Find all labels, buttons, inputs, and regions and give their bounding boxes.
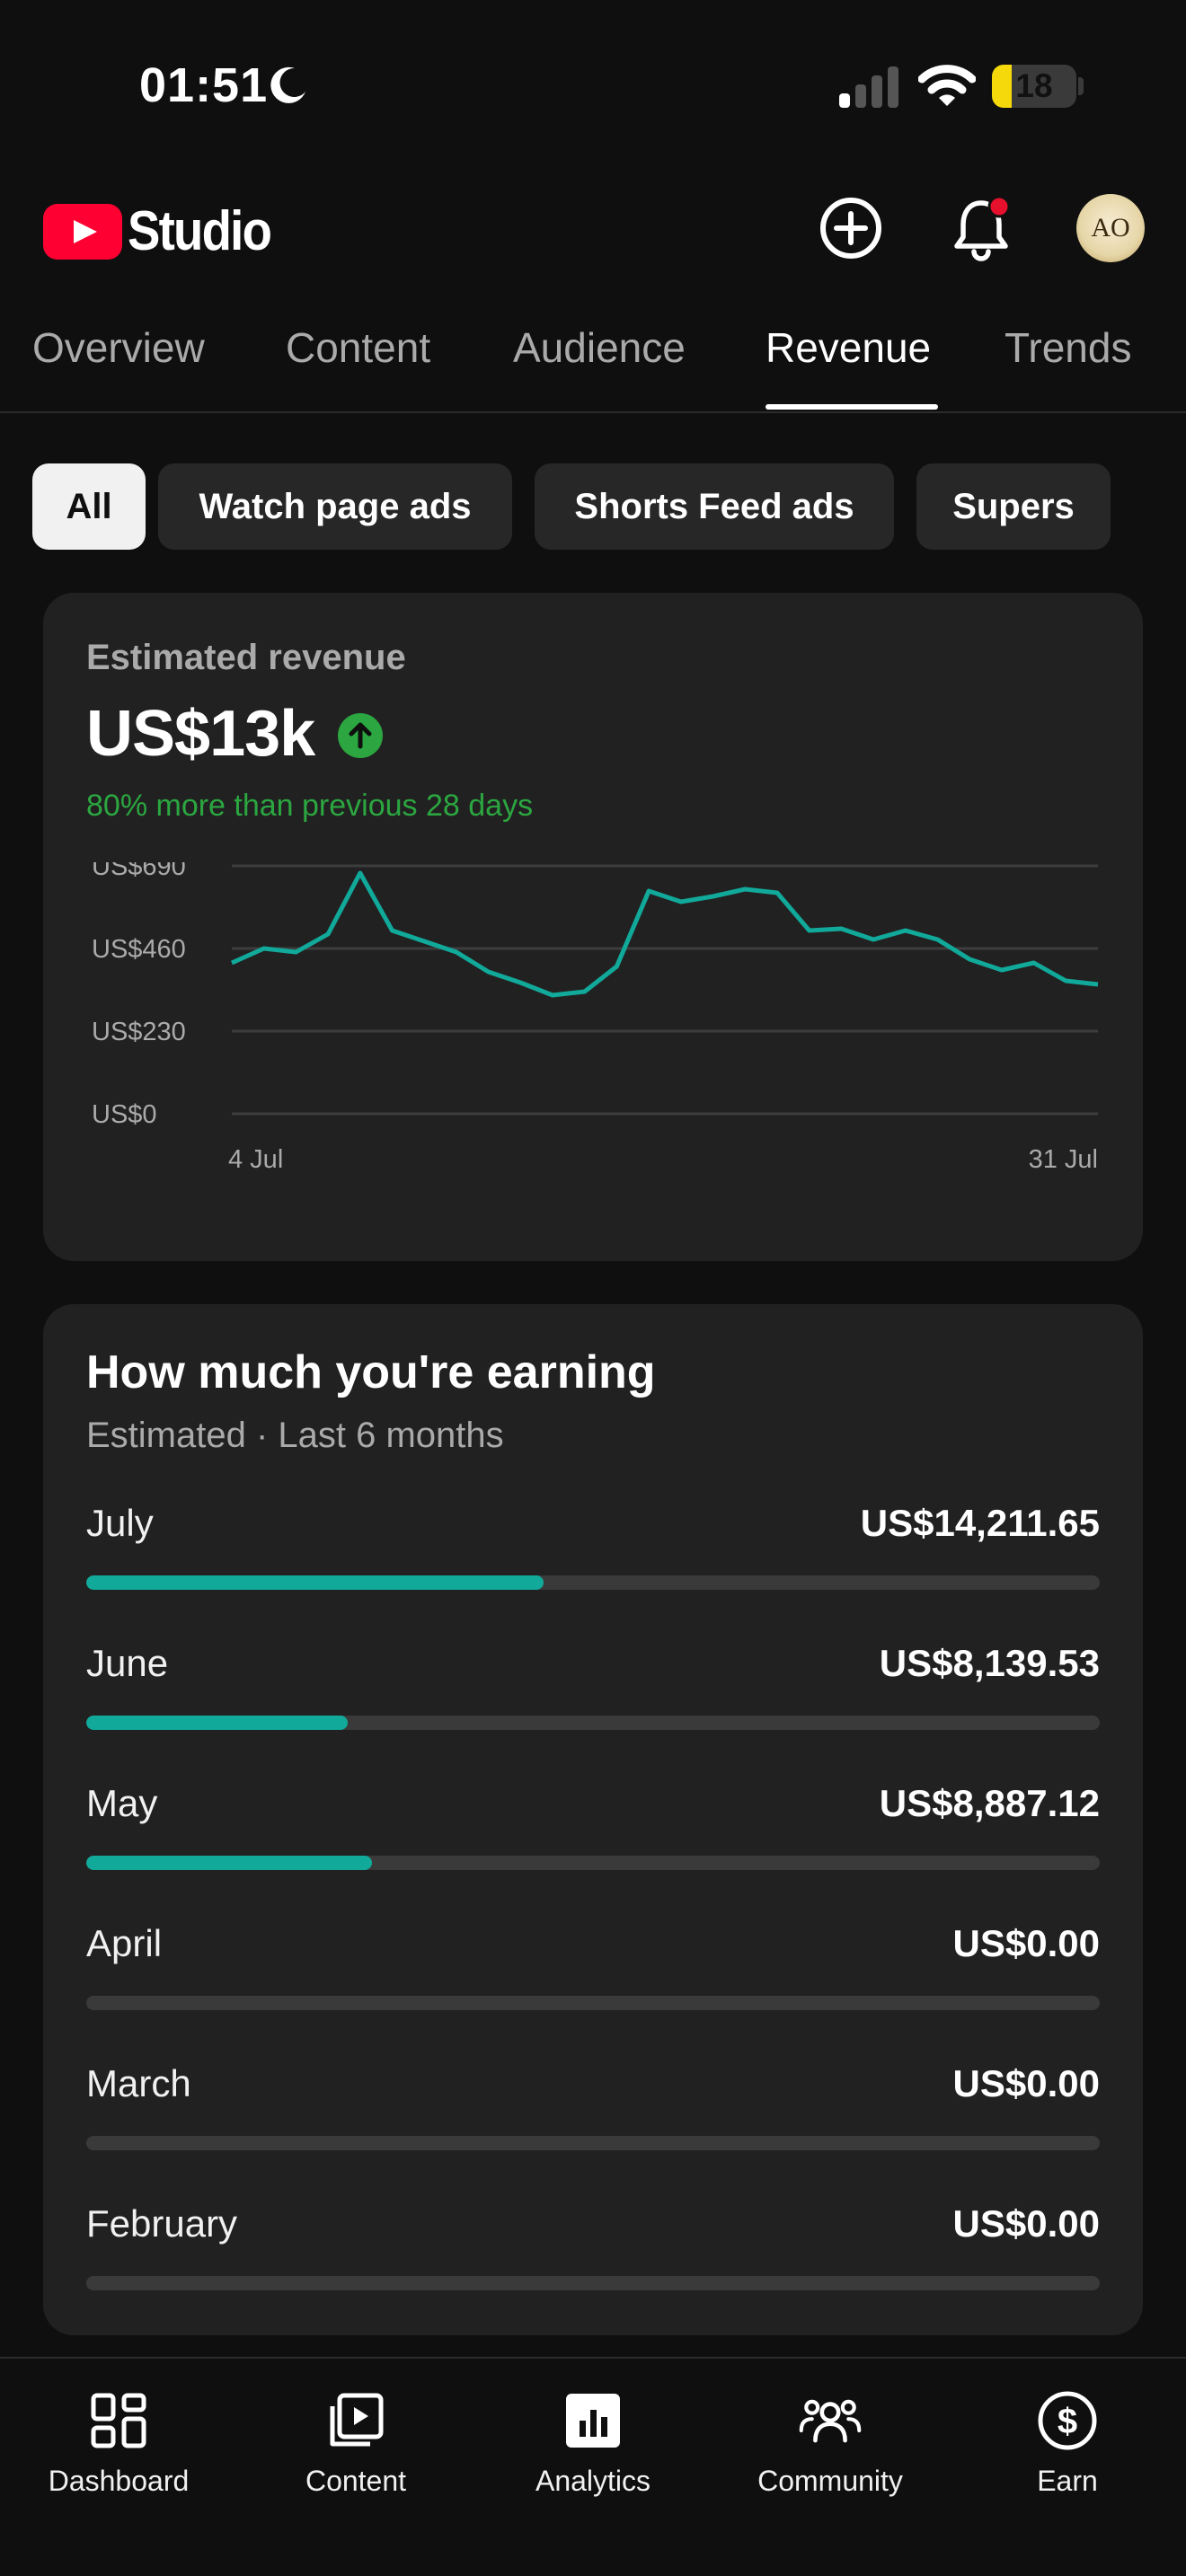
community-icon	[799, 2399, 862, 2443]
analytics-tabs: Overview Content Audience Revenue Trends	[0, 316, 1186, 413]
month-amount: US$0.00	[952, 2062, 1100, 2104]
month-name: July	[86, 1502, 154, 1544]
battery-indicator: 18	[992, 65, 1076, 108]
earning-bar-fill	[86, 1856, 373, 1870]
nav-community[interactable]: Community	[712, 2371, 949, 2497]
earning-subtitle: Estimated · Last 6 months	[86, 1416, 504, 1455]
revenue-label: Estimated revenue	[86, 638, 406, 677]
earning-row-april: April US$0.00	[86, 1922, 1100, 2057]
nav-dashboard[interactable]: Dashboard	[0, 2371, 237, 2497]
earning-row-june: June US$8,139.53	[86, 1642, 1100, 1777]
tab-trends[interactable]: Trends	[1005, 323, 1131, 372]
content-icon	[330, 2393, 384, 2447]
create-button[interactable]	[815, 192, 887, 264]
signal-icon	[839, 66, 898, 108]
tab-overview[interactable]: Overview	[32, 323, 205, 372]
earning-bar-fill	[86, 1575, 544, 1590]
earning-bar-track	[86, 1996, 1100, 2010]
revenue-value: US$13k	[86, 698, 315, 770]
notifications-button[interactable]	[945, 192, 1017, 264]
earning-title: How much you're earning	[86, 1346, 656, 1398]
arrow-up-icon	[338, 713, 383, 758]
svg-text:$: $	[1058, 2402, 1077, 2441]
active-tab-indicator	[766, 404, 938, 410]
add-circle-icon	[820, 198, 881, 259]
month-name: March	[86, 2062, 191, 2104]
earning-bar-fill	[86, 1716, 349, 1730]
earning-bar-track	[86, 2136, 1100, 2150]
month-name: May	[86, 1782, 158, 1824]
nav-analytics[interactable]: Analytics	[474, 2371, 712, 2497]
month-amount: US$0.00	[952, 1922, 1100, 1964]
x-tick-label: 31 Jul	[1029, 1145, 1098, 1174]
chip-watch-page-ads[interactable]: Watch page ads	[158, 463, 512, 550]
tab-content[interactable]: Content	[286, 323, 430, 372]
nav-content[interactable]: Content	[237, 2371, 474, 2497]
earning-row-march: March US$0.00	[86, 2062, 1100, 2197]
earn-icon: $	[1038, 2391, 1097, 2450]
earning-bar-track	[86, 1575, 1100, 1590]
nav-earn[interactable]: $ Earn	[949, 2371, 1186, 2497]
y-tick-label: US$0	[92, 1100, 157, 1129]
bottom-navigation: Dashboard Content Analytics Community $ …	[0, 2357, 1186, 2576]
x-tick-label: 4 Jul	[228, 1145, 283, 1174]
chip-all[interactable]: All	[32, 463, 146, 550]
revenue-series-line	[230, 870, 1099, 998]
chip-shorts-feed-ads[interactable]: Shorts Feed ads	[535, 463, 894, 550]
youtube-studio-logo[interactable]: Studio	[43, 199, 290, 263]
revenue-line-chart: US$690 US$460 US$230 US$0 4 Jul 31 Jul	[92, 862, 1099, 1174]
status-bar: 01:51 18	[0, 0, 1186, 171]
earning-bar-track	[86, 2276, 1100, 2290]
earning-row-may: May US$8,887.12	[86, 1782, 1100, 1917]
earning-row-july: July US$14,211.65	[86, 1502, 1100, 1636]
month-amount: US$8,887.12	[879, 1782, 1100, 1824]
dashboard-icon	[91, 2393, 146, 2448]
y-tick-label: US$230	[92, 1018, 186, 1046]
analytics-icon	[566, 2394, 620, 2448]
status-time: 01:51	[139, 58, 269, 112]
y-tick-label: US$690	[92, 862, 186, 881]
tab-revenue[interactable]: Revenue	[766, 323, 931, 372]
earning-card[interactable]: How much you're earning Estimated · Last…	[43, 1304, 1143, 2335]
bell-icon	[954, 195, 1011, 261]
month-amount: US$8,139.53	[879, 1642, 1100, 1684]
month-amount: US$14,211.65	[860, 1502, 1100, 1544]
earning-bar-track	[86, 1856, 1100, 1870]
chip-supers[interactable]: Supers	[916, 463, 1111, 550]
revenue-filter-chips: All Watch page ads Shorts Feed ads Super…	[0, 463, 1186, 550]
month-name: June	[86, 1642, 169, 1684]
month-name: April	[86, 1922, 163, 1964]
month-name: February	[86, 2202, 238, 2245]
earning-row-february: February US$0.00	[86, 2202, 1100, 2337]
estimated-revenue-card[interactable]: Estimated revenue US$13k 80% more than p…	[43, 593, 1143, 1261]
app-header: Studio AO	[0, 180, 1186, 278]
y-tick-label: US$460	[92, 935, 186, 964]
revenue-delta: 80% more than previous 28 days	[86, 789, 534, 823]
earning-bar-track	[86, 1716, 1100, 1730]
month-amount: US$0.00	[952, 2202, 1100, 2245]
avatar[interactable]: AO	[1076, 194, 1145, 262]
moon-icon	[270, 66, 305, 103]
tab-audience[interactable]: Audience	[513, 323, 686, 372]
wifi-icon	[918, 65, 976, 106]
youtube-play-icon	[43, 203, 122, 260]
